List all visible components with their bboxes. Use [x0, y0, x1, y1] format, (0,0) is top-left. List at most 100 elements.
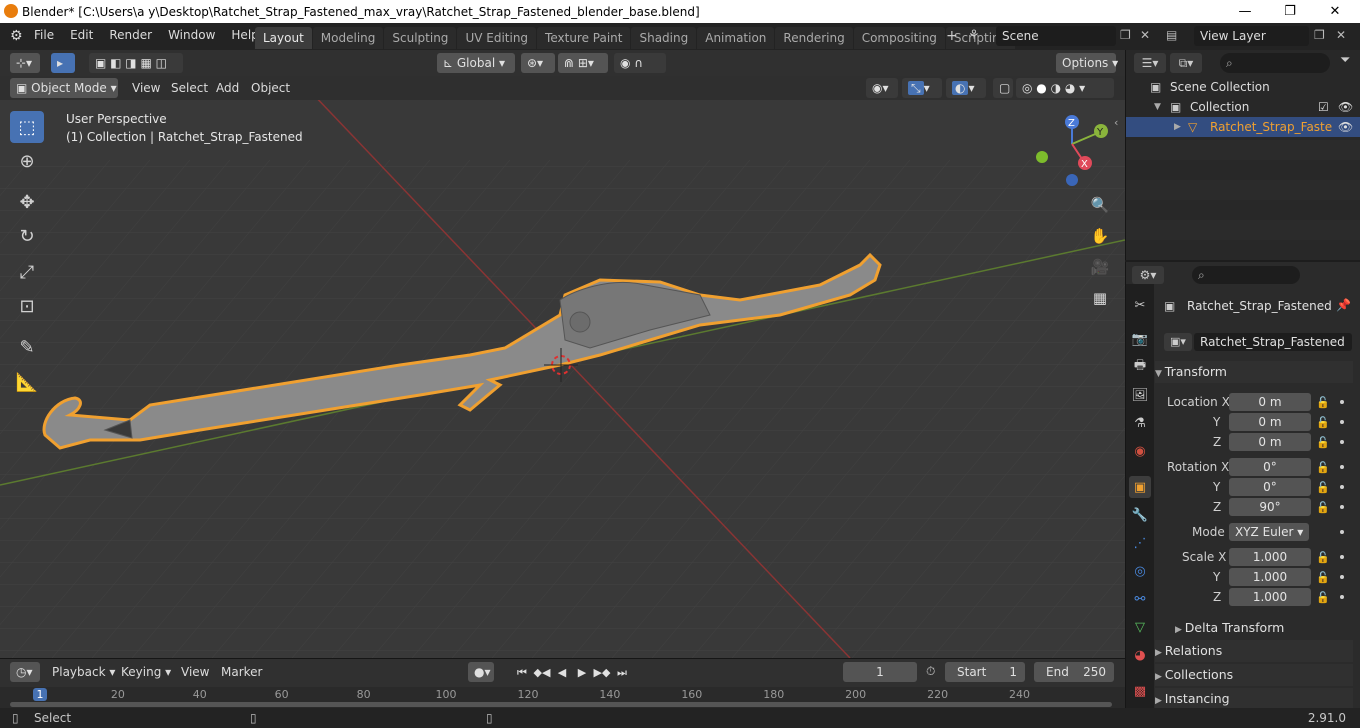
remove-view-layer-icon[interactable]: ✕ [1336, 28, 1346, 42]
tab-rendering[interactable]: Rendering [775, 27, 853, 49]
particles-tab-icon[interactable]: ⋰ [1129, 532, 1151, 554]
pivot-icon[interactable]: ⊛▾ [521, 53, 555, 73]
remove-scene-icon[interactable]: ✕ [1140, 28, 1150, 42]
timeline-menu-keying[interactable]: Keying ▾ [121, 662, 171, 682]
location-z-field[interactable]: 0 m [1229, 433, 1311, 451]
viewport-menu-add[interactable]: Add [216, 78, 239, 98]
tab-compositing[interactable]: Compositing [853, 27, 945, 49]
annotate-tool-icon[interactable]: ✎ [10, 331, 44, 363]
lock-rotation-z-icon[interactable]: 🔓 [1316, 501, 1330, 514]
collapse-arrow-icon[interactable]: ▶ [1174, 117, 1181, 137]
new-scene-icon[interactable]: ❐ [1120, 28, 1131, 42]
gizmo-neg-z-icon[interactable] [1066, 174, 1078, 186]
rotation-mode-dropdown[interactable]: XYZ Euler ▾ [1229, 523, 1309, 541]
prev-keyframe-icon[interactable]: ◆◀ [533, 664, 551, 682]
outliner-search-input[interactable]: ⌕ [1220, 53, 1330, 73]
maximize-button[interactable]: ❐ [1267, 0, 1313, 23]
editor-type-icon[interactable]: ⊹▾ [10, 53, 40, 73]
shading-mode-icons[interactable]: ◎ ● ◑ ◕ ▾ [1016, 78, 1114, 98]
end-frame-field[interactable]: End 250 [1034, 662, 1114, 682]
selection-mode-icons[interactable]: ▣ ◧ ◨ ▦ ◫ [89, 53, 183, 73]
xray-toggle-icon[interactable]: ▢ [993, 78, 1013, 98]
tab-layout[interactable]: Layout [255, 27, 312, 49]
transform-tool-icon[interactable]: ⊡ [10, 290, 44, 322]
timeline-editor-icon[interactable]: ◷▾ [10, 662, 40, 682]
lock-scale-x-icon[interactable]: 🔓 [1316, 551, 1330, 564]
rotation-y-field[interactable]: 0° [1229, 478, 1311, 496]
scene-icon[interactable]: ⚘ [968, 28, 980, 43]
physics-tab-icon[interactable]: ◎ [1129, 560, 1151, 582]
constraints-tab-icon[interactable]: ⚯ [1129, 588, 1151, 610]
select-box-icon[interactable]: ⬚ [10, 111, 44, 143]
menu-file[interactable]: File [26, 28, 62, 42]
stopwatch-icon[interactable]: ⏱ [926, 664, 935, 679]
jump-end-icon[interactable]: ⏭ [613, 664, 631, 682]
scale-tool-icon[interactable]: ⤢ [10, 256, 44, 288]
timeline-menu-marker[interactable]: Marker [221, 662, 262, 682]
relations-panel-header[interactable]: ▶ Relations [1155, 640, 1353, 662]
gizmo-neg-y-icon[interactable] [1036, 151, 1048, 163]
rotation-z-field[interactable]: 90° [1229, 498, 1311, 516]
pan-hand-icon[interactable]: ✋ [1086, 222, 1114, 250]
mode-dropdown[interactable]: ▣ Object Mode ▾ [10, 78, 118, 98]
scene-selector[interactable]: Scene [996, 26, 1116, 46]
menu-window[interactable]: Window [160, 28, 223, 42]
pin-icon[interactable]: 📌 [1336, 298, 1351, 312]
proportional-edit-icon[interactable]: ◉ ∩ [614, 53, 666, 73]
timeline-ruler[interactable]: 1 20 40 60 80 100 120 140 160 180 200 220 240 [0, 687, 1125, 708]
orientation-dropdown[interactable]: ⊾ Global ▾ [437, 53, 515, 73]
delta-transform-header[interactable]: ▶ Delta Transform [1175, 617, 1360, 639]
timeline-menu-view[interactable]: View [181, 662, 209, 682]
lock-location-x-icon[interactable]: 🔓 [1316, 396, 1330, 409]
minimize-button[interactable]: — [1222, 0, 1268, 23]
tab-sculpting[interactable]: Sculpting [384, 27, 457, 49]
location-y-field[interactable]: 0 m [1229, 413, 1311, 431]
ortho-grid-icon[interactable]: ▦ [1086, 284, 1114, 312]
modifier-tab-icon[interactable]: 🔧 [1129, 504, 1151, 526]
close-button[interactable]: ✕ [1312, 0, 1358, 23]
navigation-gizmo[interactable]: Z Y X [1034, 114, 1114, 194]
keyframe-location-z-icon[interactable] [1340, 440, 1344, 444]
play-reverse-icon[interactable]: ◀ [553, 664, 571, 682]
transform-panel-header[interactable]: ▼ Transform [1155, 361, 1353, 383]
render-tab-icon[interactable]: 📷 [1129, 328, 1151, 350]
rotation-x-field[interactable]: 0° [1229, 458, 1311, 476]
keyframe-rotation-x-icon[interactable] [1340, 465, 1344, 469]
new-view-layer-icon[interactable]: ❐ [1314, 28, 1325, 42]
overlay-toggle-icon[interactable]: ◐ ▾ [946, 78, 986, 98]
lock-scale-y-icon[interactable]: 🔓 [1316, 571, 1330, 584]
tab-modeling[interactable]: Modeling [312, 27, 384, 49]
object-eye-icon[interactable]: 👁 [1338, 117, 1353, 137]
data-tab-icon[interactable]: ▽ [1129, 616, 1151, 638]
object-name-field[interactable]: Ratchet_Strap_Fastened [1194, 333, 1352, 351]
view-layer-selector[interactable]: View Layer [1194, 26, 1309, 46]
3d-viewport[interactable]: User Perspective (1) Collection | Ratche… [0, 100, 1125, 658]
location-x-field[interactable]: 0 m [1229, 393, 1311, 411]
jump-start-icon[interactable]: ⏮ [513, 664, 531, 682]
lock-scale-z-icon[interactable]: 🔓 [1316, 591, 1330, 604]
keyframe-location-x-icon[interactable] [1340, 400, 1344, 404]
view-layer-tab-icon[interactable]: 🖼 [1129, 384, 1151, 406]
filter-icon[interactable]: ⏷ [1340, 53, 1350, 68]
timeline-scrollbar[interactable] [10, 702, 1112, 707]
snap-icon[interactable]: ⋒ ⊞▾ [558, 53, 608, 73]
collection-eye-icon[interactable]: 👁 [1338, 97, 1353, 117]
gizmo-toggle-icon[interactable]: ⤡ ▾ [902, 78, 942, 98]
tab-animation[interactable]: Animation [697, 27, 775, 49]
keyframe-scale-x-icon[interactable] [1340, 555, 1344, 559]
play-icon[interactable]: ▶ [573, 664, 591, 682]
keyframe-rotation-y-icon[interactable] [1340, 485, 1344, 489]
keyframe-scale-y-icon[interactable] [1340, 575, 1344, 579]
visibility-icon[interactable]: ◉▾ [866, 78, 898, 98]
rotate-tool-icon[interactable]: ↻ [10, 220, 44, 252]
view-layer-icon[interactable]: ▤ [1166, 28, 1177, 42]
zoom-icon[interactable]: 🔍 [1086, 191, 1114, 219]
outliner-scene-collection[interactable]: ▣ Scene Collection [1126, 77, 1360, 97]
menu-edit[interactable]: Edit [62, 28, 101, 42]
menu-render[interactable]: Render [101, 28, 160, 42]
timeline-menu-playback[interactable]: Playback ▾ [52, 662, 115, 682]
viewport-menu-object[interactable]: Object [251, 78, 290, 98]
select-tool-icon[interactable]: ▸ [51, 53, 75, 73]
properties-search-input[interactable]: ⌕ [1192, 266, 1300, 284]
blender-menu-icon[interactable]: ⚙ [10, 28, 23, 44]
